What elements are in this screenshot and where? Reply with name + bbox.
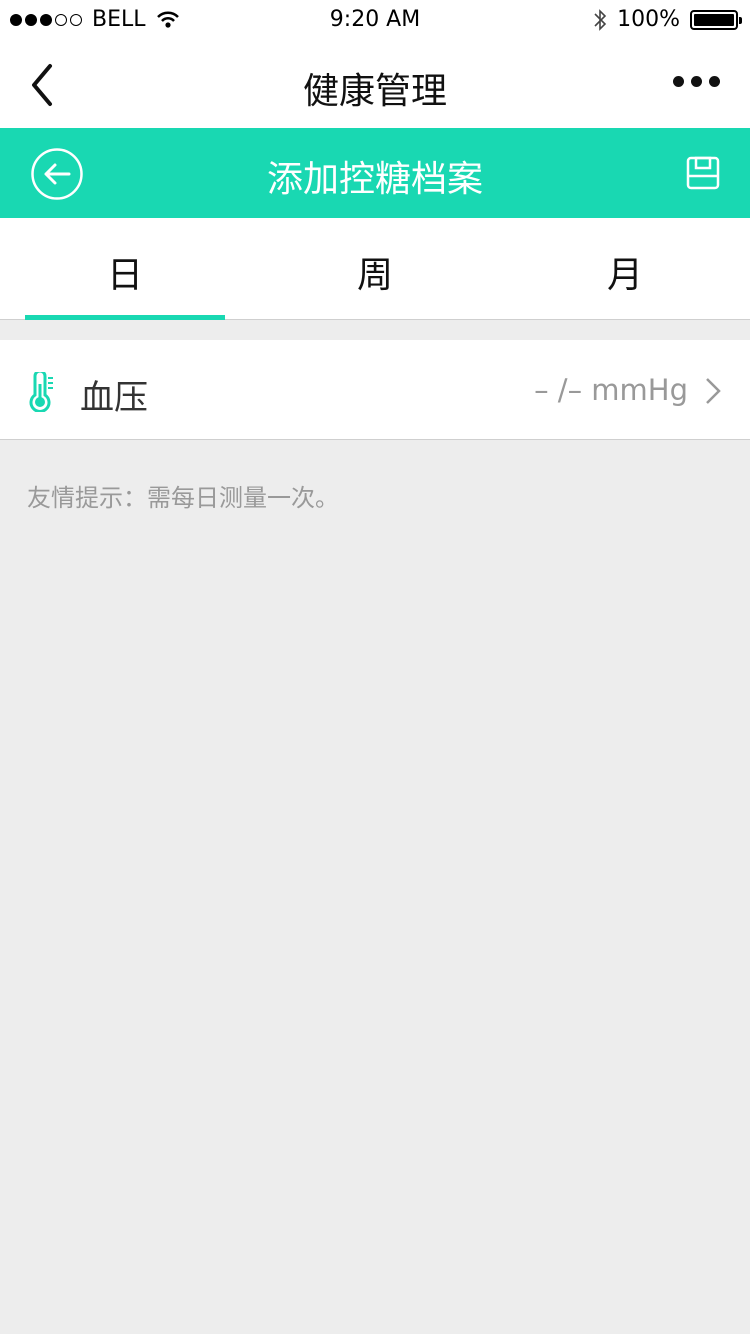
tab-day[interactable]: 日 xyxy=(0,246,250,298)
status-bar: BELL 9:20 AM 100% xyxy=(0,0,750,42)
bluetooth-icon xyxy=(594,8,607,31)
row-value: – /– mmHg xyxy=(534,373,688,407)
tab-selected-indicator xyxy=(25,315,225,320)
thermometer-icon xyxy=(29,372,53,412)
tab-week[interactable]: 周 xyxy=(250,246,500,298)
tip-text: 友情提示：需每日测量一次。 xyxy=(27,484,339,512)
status-right: 100% xyxy=(593,7,742,32)
navigation-bar: 健康管理 xyxy=(0,42,750,128)
chevron-right-icon xyxy=(706,378,721,404)
more-options-icon[interactable] xyxy=(673,76,720,87)
nav-title: 健康管理 xyxy=(302,71,447,112)
page-title: 添加控糖档案 xyxy=(266,159,483,200)
save-icon[interactable] xyxy=(686,156,720,190)
page-header: 添加控糖档案 xyxy=(0,128,750,218)
battery-icon xyxy=(690,9,742,30)
row-label: 血压 xyxy=(80,378,148,418)
blood-pressure-row[interactable]: 血压 – /– mmHg xyxy=(0,340,750,440)
tab-month[interactable]: 月 xyxy=(500,246,750,298)
period-tabs: 日 周 月 xyxy=(0,218,750,320)
battery-percent: 100% xyxy=(617,7,680,32)
